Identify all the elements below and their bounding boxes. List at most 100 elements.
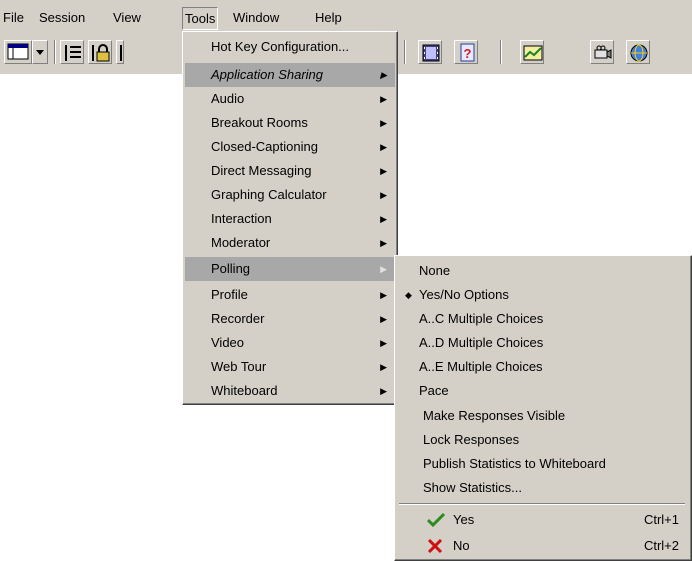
submenu-arrow-icon: ▶ — [380, 70, 387, 80]
polling-item-make-responses-visible[interactable]: Make Responses Visible — [397, 404, 687, 428]
chat-button[interactable] — [88, 40, 112, 64]
polling-item-pace[interactable]: Pace — [397, 379, 687, 403]
polling-item-a-e-multiple-choices[interactable]: A..E Multiple Choices — [397, 355, 687, 379]
polling-item-yes-no-options[interactable]: ◆ Yes/No Options — [397, 283, 687, 307]
menu-item-web-tour[interactable]: Web Tour ▶ — [185, 355, 395, 379]
bar-icon — [120, 45, 122, 61]
menu-item-label: Direct Messaging — [211, 163, 312, 178]
lock-icon — [92, 44, 110, 62]
layout-dropdown-button[interactable] — [32, 40, 48, 64]
toolbar-button-partial[interactable] — [116, 40, 124, 64]
menu-item-label: Pace — [419, 383, 449, 398]
submenu-arrow-icon: ▶ — [380, 264, 387, 274]
menu-item-label: Interaction — [211, 211, 272, 226]
chevron-down-icon — [36, 50, 44, 55]
chart-icon — [523, 45, 543, 61]
menu-item-whiteboard[interactable]: Whiteboard ▶ — [185, 379, 395, 403]
polling-item-a-d-multiple-choices[interactable]: A..D Multiple Choices — [397, 331, 687, 355]
polling-item-publish-statistics[interactable]: Publish Statistics to Whiteboard — [397, 452, 687, 476]
submenu-arrow-icon: ▶ — [380, 166, 387, 176]
polling-item-none[interactable]: None — [397, 259, 687, 283]
shortcut-label: Ctrl+1 — [643, 512, 679, 527]
menu-item-polling[interactable]: Polling ▶ — [185, 257, 395, 281]
menu-file[interactable]: File — [0, 8, 27, 28]
toolbar-separator — [404, 40, 406, 64]
camera-icon — [594, 45, 612, 59]
menu-item-profile[interactable]: Profile ▶ — [185, 283, 395, 307]
menu-item-application-sharing[interactable]: Application Sharing ▶ — [185, 63, 395, 87]
menu-item-breakout-rooms[interactable]: Breakout Rooms ▶ — [185, 111, 395, 135]
submenu-arrow-icon: ▶ — [380, 238, 387, 248]
menu-view[interactable]: View — [110, 8, 144, 28]
menu-item-label: A..C Multiple Choices — [419, 311, 544, 326]
submenu-arrow-icon: ▶ — [380, 338, 387, 348]
menu-item-label: Lock Responses — [423, 432, 520, 447]
polling-submenu: None ◆ Yes/No Options A..C Multiple Choic… — [394, 255, 692, 561]
shortcut-label: Ctrl+2 — [643, 538, 679, 553]
menu-item-label: Recorder — [211, 311, 265, 326]
svg-text:?: ? — [464, 46, 472, 61]
menu-item-label: Web Tour — [211, 359, 267, 374]
menu-item-label: Closed-Captioning — [211, 139, 318, 154]
submenu-arrow-icon: ▶ — [380, 190, 387, 200]
menu-help[interactable]: Help — [312, 8, 345, 28]
menu-item-label: Graphing Calculator — [211, 187, 327, 202]
toolbar-separator — [500, 40, 502, 64]
menu-item-label: Yes — [453, 512, 475, 527]
globe-icon — [630, 44, 648, 62]
graph-button[interactable] — [520, 40, 544, 64]
menu-item-direct-messaging[interactable]: Direct Messaging ▶ — [185, 159, 395, 183]
filmstrip-icon — [422, 44, 440, 62]
menu-tools[interactable]: Tools — [182, 7, 219, 30]
menu-item-label: Publish Statistics to Whiteboard — [423, 456, 606, 471]
menu-item-interaction[interactable]: Interaction ▶ — [185, 207, 395, 231]
selected-bullet-icon: ◆ — [405, 290, 412, 300]
menu-item-video[interactable]: Video ▶ — [185, 331, 395, 355]
web-tour-button[interactable] — [626, 40, 650, 64]
menu-item-label: None — [419, 263, 451, 278]
menu-item-label: Polling — [211, 261, 251, 276]
menu-divider — [399, 503, 685, 505]
help-document-icon: ? — [460, 43, 475, 62]
polling-item-show-statistics[interactable]: Show Statistics... — [397, 476, 687, 500]
submenu-arrow-icon: ▶ — [380, 386, 387, 396]
submenu-arrow-icon: ▶ — [380, 94, 387, 104]
filmstrip-button[interactable] — [418, 40, 442, 64]
menu-item-label: Video — [211, 335, 245, 350]
menu-item-label: Application Sharing — [211, 67, 324, 82]
polling-item-yes[interactable]: Yes Ctrl+1 — [397, 508, 687, 532]
check-icon — [427, 513, 445, 527]
tools-menu: Hot Key Configuration... Application Sha… — [182, 31, 398, 405]
menu-item-closed-captioning[interactable]: Closed-Captioning ▶ — [185, 135, 395, 159]
menu-item-label: A..D Multiple Choices — [419, 335, 544, 350]
menu-item-hot-key-configuration[interactable]: Hot Key Configuration... — [185, 35, 395, 59]
menu-item-moderator[interactable]: Moderator ▶ — [185, 231, 395, 255]
menu-item-graphing-calculator[interactable]: Graphing Calculator ▶ — [185, 183, 395, 207]
help-button[interactable]: ? — [454, 40, 478, 64]
list-icon — [65, 45, 81, 61]
menu-bar: File Session View Tools Window Help — [0, 0, 692, 30]
menu-item-label: Moderator — [211, 235, 271, 250]
menu-item-audio[interactable]: Audio ▶ — [185, 87, 395, 111]
layout-button[interactable] — [4, 40, 32, 64]
x-icon — [427, 539, 443, 553]
menu-item-label: Show Statistics... — [423, 480, 522, 495]
menu-item-label: Make Responses Visible — [423, 408, 566, 423]
polling-item-lock-responses[interactable]: Lock Responses — [397, 428, 687, 452]
menu-window[interactable]: Window — [230, 8, 282, 28]
camera-button[interactable] — [590, 40, 614, 64]
menu-item-label: Audio — [211, 91, 245, 106]
submenu-arrow-icon: ▶ — [380, 118, 387, 128]
menu-item-label: A..E Multiple Choices — [419, 359, 543, 374]
menu-item-recorder[interactable]: Recorder ▶ — [185, 307, 395, 331]
polling-item-no[interactable]: No Ctrl+2 — [397, 534, 687, 558]
submenu-arrow-icon: ▶ — [380, 214, 387, 224]
polling-item-a-c-multiple-choices[interactable]: A..C Multiple Choices — [397, 307, 687, 331]
layout-icon — [7, 43, 29, 60]
menu-item-label: Whiteboard — [211, 383, 278, 398]
menu-session[interactable]: Session — [36, 8, 88, 28]
participant-list-button[interactable] — [60, 40, 84, 64]
menu-item-label: Profile — [211, 287, 248, 302]
menu-item-label: Breakout Rooms — [211, 115, 308, 130]
submenu-arrow-icon: ▶ — [380, 362, 387, 372]
